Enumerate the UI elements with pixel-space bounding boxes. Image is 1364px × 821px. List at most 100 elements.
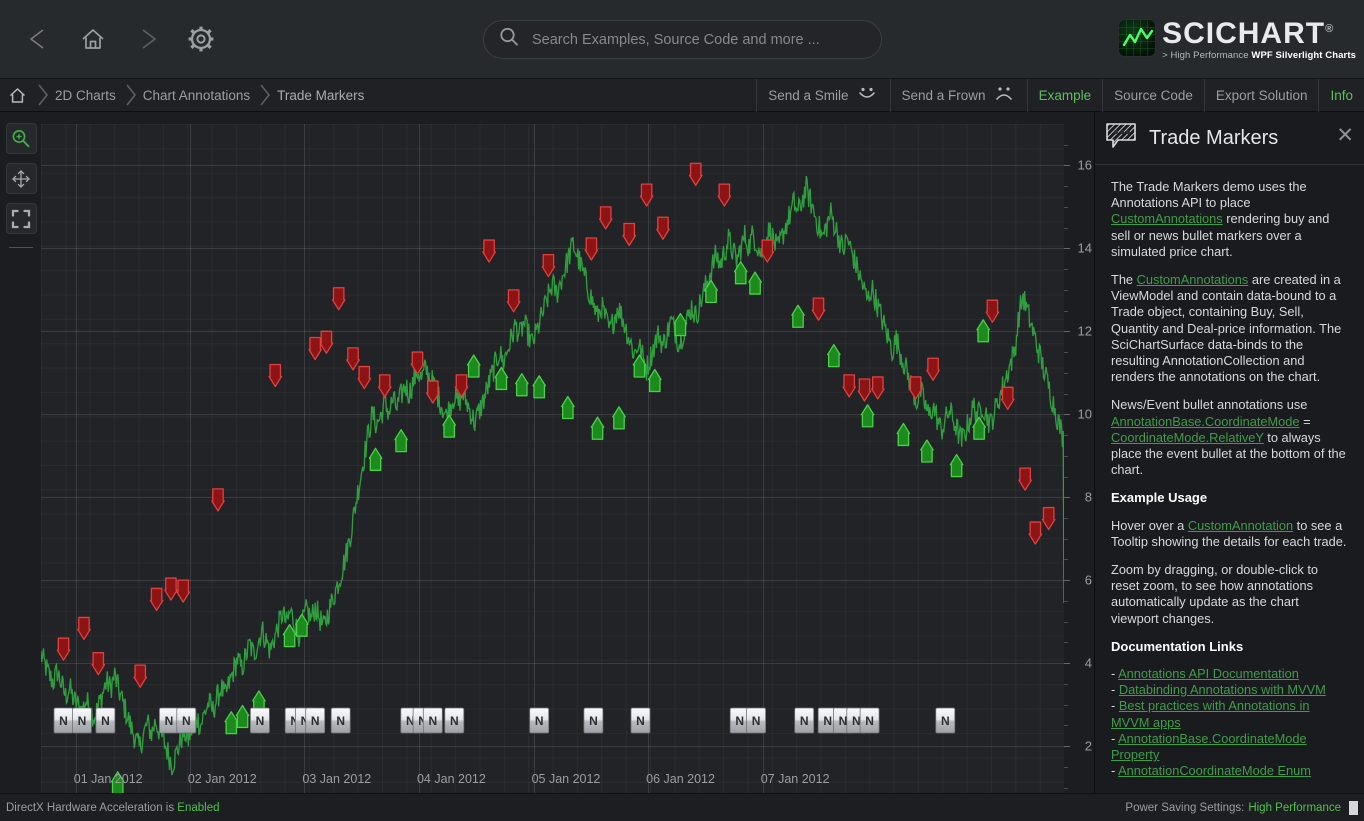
pan-tool-button[interactable] <box>5 163 37 194</box>
news-bullet-marker[interactable]: N <box>71 707 92 734</box>
info-text: The Trade Markers demo uses the Annotati… <box>1111 179 1307 211</box>
news-bullet-marker[interactable]: N <box>630 707 651 734</box>
documentation-link[interactable]: Best practices with Annotations in MVVM … <box>1111 698 1309 729</box>
zoom-tool-button[interactable] <box>5 123 37 154</box>
x-axis-tick-label: 06 Jan 2012 <box>646 772 715 786</box>
link-coordinatemode-relativey[interactable]: CoordinateMode.RelativeY <box>1111 430 1264 445</box>
svg-text:N: N <box>336 714 345 728</box>
breadcrumb-item-2d-charts[interactable]: 2D Charts <box>34 79 122 112</box>
top-toolbar: SCICHART® > High Performance WPF Silverl… <box>0 0 1364 79</box>
svg-text:N: N <box>165 714 174 728</box>
tab-export-solution[interactable]: Export Solution <box>1203 79 1319 112</box>
breadcrumb-home-icon[interactable] <box>0 79 34 111</box>
news-bullet-marker[interactable]: N <box>249 707 270 734</box>
breadcrumb-label: Chart Annotations <box>142 87 251 103</box>
zoom-extents-button[interactable] <box>5 203 37 234</box>
y-axis-minor-tick <box>1064 310 1068 312</box>
documentation-link-item: - AnnotationBase.CoordinateMode Property <box>1111 731 1348 763</box>
y-axis-minor-tick <box>1064 538 1068 540</box>
application-window: SCICHART® > High Performance WPF Silverl… <box>0 0 1364 821</box>
news-bullet-marker[interactable]: N <box>935 707 956 734</box>
info-text: Hover over a <box>1111 517 1188 533</box>
y-axis-minor-tick <box>1064 766 1068 768</box>
list-bullet: - <box>1111 682 1119 698</box>
news-bullet-marker[interactable]: N <box>176 707 197 734</box>
link-custom-annotations[interactable]: CustomAnnotations <box>1111 211 1223 226</box>
back-icon[interactable] <box>16 16 62 62</box>
news-bullet-marker[interactable]: N <box>422 707 443 734</box>
tab-info[interactable]: Info <box>1318 79 1364 112</box>
info-text: The <box>1111 272 1137 288</box>
resize-grip-icon[interactable] <box>1349 800 1358 815</box>
send-a-frown-button[interactable]: Send a Frown <box>889 79 1027 112</box>
forward-icon[interactable] <box>124 16 170 62</box>
logo-tagline-bold: WPF Silverlight Charts <box>1251 50 1356 61</box>
documentation-link[interactable]: AnnotationCoordinateMode Enum <box>1118 763 1311 778</box>
news-bullet-marker[interactable]: N <box>305 707 326 734</box>
gear-icon[interactable] <box>178 16 224 62</box>
y-axis[interactable]: 0246810121416 <box>1064 124 1094 821</box>
news-bullet-marker[interactable]: N <box>583 707 604 734</box>
news-bullet-marker[interactable]: N <box>159 707 179 734</box>
chevron-right-icon <box>122 79 140 112</box>
news-bullet-marker[interactable]: N <box>330 707 351 734</box>
documentation-link-item: - AnnotationCoordinateMode Enum <box>1111 763 1348 779</box>
svg-text:N: N <box>852 714 861 728</box>
news-bullet-annotations[interactable]: NNNNNNNNNNNNNNNNNNNNNNNNN <box>41 124 1064 821</box>
chart-panel: NNNNNNNNNNNNNNNNNNNNNNNNN 0246810121416 … <box>0 112 1094 821</box>
info-paragraph-usage-1: Hover over a CustomAnnotation to see a T… <box>1111 518 1348 550</box>
documentation-link[interactable]: Annotations API Documentation <box>1118 666 1299 681</box>
news-bullet-marker[interactable]: N <box>53 707 74 734</box>
news-bullet-marker[interactable]: N <box>529 707 550 734</box>
search-bar[interactable] <box>483 20 882 59</box>
info-heading-example-usage: Example Usage <box>1111 490 1208 506</box>
tab-example-label: Example <box>1038 88 1092 103</box>
send-a-smile-button[interactable]: Send a Smile <box>756 79 889 112</box>
y-axis-minor-tick <box>1064 559 1068 561</box>
tab-example[interactable]: Example <box>1026 79 1103 112</box>
info-paragraph-usage-2: Zoom by dragging, or double-click to res… <box>1111 562 1318 626</box>
news-bullet-marker[interactable]: N <box>859 707 880 734</box>
directx-status: DirectX Hardware Acceleration is Enabled <box>6 802 220 814</box>
svg-text:N: N <box>256 714 265 728</box>
navigation-icons <box>16 16 224 62</box>
news-bullet-marker[interactable]: N <box>746 707 766 734</box>
link-custom-annotations[interactable]: CustomAnnotations <box>1137 272 1249 287</box>
y-axis-minor-tick <box>1064 269 1068 271</box>
scichart-logo: SCICHART® > High Performance WPF Silverl… <box>1118 14 1356 61</box>
power-saving-value: High Performance <box>1248 801 1341 814</box>
svg-text:N: N <box>182 714 191 728</box>
chevron-right-icon <box>34 79 52 112</box>
link-annotationbase-coordinatemode[interactable]: AnnotationBase.CoordinateMode <box>1111 414 1300 429</box>
close-icon[interactable]: ✕ <box>1336 125 1354 146</box>
x-axis-tick-label: 02 Jan 2012 <box>187 772 257 786</box>
logo-mark-icon <box>1118 18 1157 57</box>
y-axis-minor-tick <box>1064 787 1068 789</box>
send-a-frown-label: Send a Frown <box>901 88 986 103</box>
svg-text:N: N <box>535 714 544 728</box>
svg-text:N: N <box>823 714 832 728</box>
chart-plot-area[interactable]: NNNNNNNNNNNNNNNNNNNNNNNNN <box>41 124 1064 821</box>
tab-source-code-label: Source Code <box>1114 88 1193 103</box>
search-input[interactable] <box>532 31 867 48</box>
documentation-link[interactable]: Databinding Annotations with MVVM <box>1119 682 1326 697</box>
breadcrumb-item-trade-markers[interactable]: Trade Markers <box>256 79 370 112</box>
documentation-link[interactable]: AnnotationBase.CoordinateMode Property <box>1111 731 1307 762</box>
y-axis-minor-tick <box>1064 476 1068 478</box>
news-bullet-marker[interactable]: N <box>95 707 116 734</box>
news-bullet-marker[interactable]: N <box>444 707 465 734</box>
chevron-right-icon <box>256 79 274 112</box>
news-bullet-marker[interactable]: N <box>794 707 815 734</box>
home-icon[interactable] <box>70 16 116 62</box>
y-axis-minor-tick <box>1064 206 1068 208</box>
svg-text:N: N <box>311 714 320 728</box>
tab-source-code[interactable]: Source Code <box>1102 79 1204 112</box>
y-axis-minor-tick <box>1064 227 1068 229</box>
link-custom-annotation[interactable]: CustomAnnotation <box>1188 518 1293 533</box>
power-saving-label: Power Saving Settings: <box>1125 801 1245 814</box>
power-saving-status[interactable]: Power Saving Settings: High Performance <box>1125 800 1358 815</box>
breadcrumb-item-chart-annotations[interactable]: Chart Annotations <box>122 79 256 112</box>
directx-status-label: DirectX Hardware Acceleration is <box>6 801 178 814</box>
svg-text:N: N <box>428 714 437 728</box>
breadcrumb: 2D Charts Chart Annotations Trade Marker… <box>34 79 370 111</box>
